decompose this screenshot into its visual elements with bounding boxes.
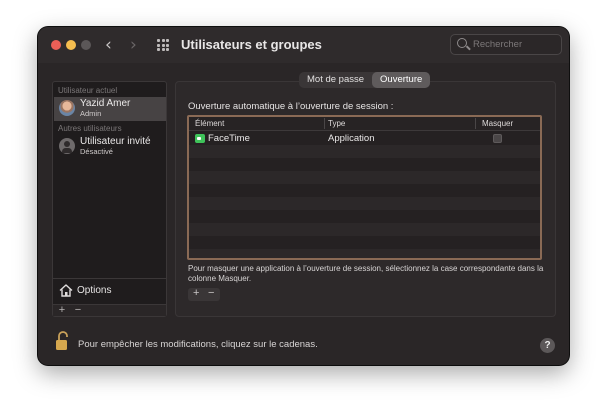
empty-table-row <box>189 184 540 197</box>
column-divider <box>475 118 476 129</box>
item-name: FaceTime <box>208 133 250 144</box>
sidebar-user-yazid-amer[interactable]: Yazid Amer Admin <box>54 97 166 121</box>
item-type: Application <box>328 133 375 144</box>
system-preferences-window: ‹ › Utilisateurs et groupes Rechercher U… <box>38 27 569 365</box>
column-header-element[interactable]: Élément <box>195 119 224 128</box>
empty-table-row <box>189 249 540 258</box>
login-items-pane: Ouverture automatique à l’ouverture de s… <box>175 81 556 317</box>
close-button[interactable] <box>51 40 61 50</box>
empty-table-row <box>189 145 540 158</box>
guest-user-name: Utilisateur invité <box>80 136 151 147</box>
users-sidebar: Utilisateur actuel Yazid Amer Admin Autr… <box>52 81 167 317</box>
login-items-table: Élément Type Masquer FaceTime Applicatio… <box>187 115 542 260</box>
tab-login-items[interactable]: Ouverture <box>372 72 431 88</box>
segmented-tabs: Mot de passe Ouverture <box>299 72 431 88</box>
search-icon <box>457 38 467 48</box>
guest-user-status: Désactivé <box>80 147 113 156</box>
add-login-item-button[interactable]: + <box>193 287 199 299</box>
remove-user-button[interactable]: − <box>71 304 85 316</box>
user-name: Yazid Amer <box>80 98 131 109</box>
search-placeholder: Rechercher <box>473 39 523 50</box>
sidebar-user-guest[interactable]: Utilisateur invité Désactivé <box>54 135 166 159</box>
lock-instruction: Pour empêcher les modifications, cliquez… <box>78 339 318 350</box>
search-field[interactable]: Rechercher <box>450 34 562 55</box>
empty-table-row <box>189 158 540 171</box>
user-avatar <box>59 100 75 116</box>
add-remove-control: + − <box>188 287 220 301</box>
current-user-section-label: Utilisateur actuel <box>58 86 118 95</box>
column-header-hide[interactable]: Masquer <box>482 119 513 128</box>
forward-chevron-icon[interactable]: › <box>130 35 137 55</box>
minimize-button[interactable] <box>66 40 76 50</box>
login-items-heading: Ouverture automatique à l’ouverture de s… <box>188 101 394 112</box>
guest-avatar-icon <box>59 138 75 154</box>
table-row[interactable]: FaceTime Application <box>189 132 540 145</box>
hide-checkbox[interactable] <box>493 134 502 143</box>
empty-table-row <box>189 210 540 223</box>
other-users-section-label: Autres utilisateurs <box>58 124 122 133</box>
empty-table-row <box>189 171 540 184</box>
facetime-icon <box>195 134 205 143</box>
tab-password[interactable]: Mot de passe <box>299 72 372 88</box>
empty-table-row <box>189 223 540 236</box>
remove-login-item-button[interactable]: − <box>208 287 214 299</box>
column-header-type[interactable]: Type <box>328 119 345 128</box>
user-role: Admin <box>80 109 102 118</box>
house-icon <box>59 284 73 297</box>
window-title: Utilisateurs et groupes <box>181 37 322 52</box>
empty-table-row <box>189 236 540 249</box>
options-label: Options <box>77 285 112 296</box>
back-chevron-icon[interactable]: ‹ <box>105 35 112 55</box>
empty-table-row <box>189 197 540 210</box>
sidebar-button-bar: + − <box>53 304 166 316</box>
zoom-button[interactable] <box>81 40 91 50</box>
title-bar: ‹ › Utilisateurs et groupes Rechercher <box>38 27 569 63</box>
column-divider <box>324 118 325 129</box>
hide-help-text: Pour masquer une application à l’ouvertu… <box>188 264 544 283</box>
help-button[interactable]: ? <box>540 338 555 353</box>
table-header: Élément Type Masquer <box>189 117 540 131</box>
login-options-item[interactable]: Options <box>53 278 166 303</box>
show-all-grid-icon[interactable] <box>157 39 169 51</box>
add-user-button[interactable]: + <box>55 304 69 316</box>
lock-icon[interactable] <box>55 331 70 351</box>
